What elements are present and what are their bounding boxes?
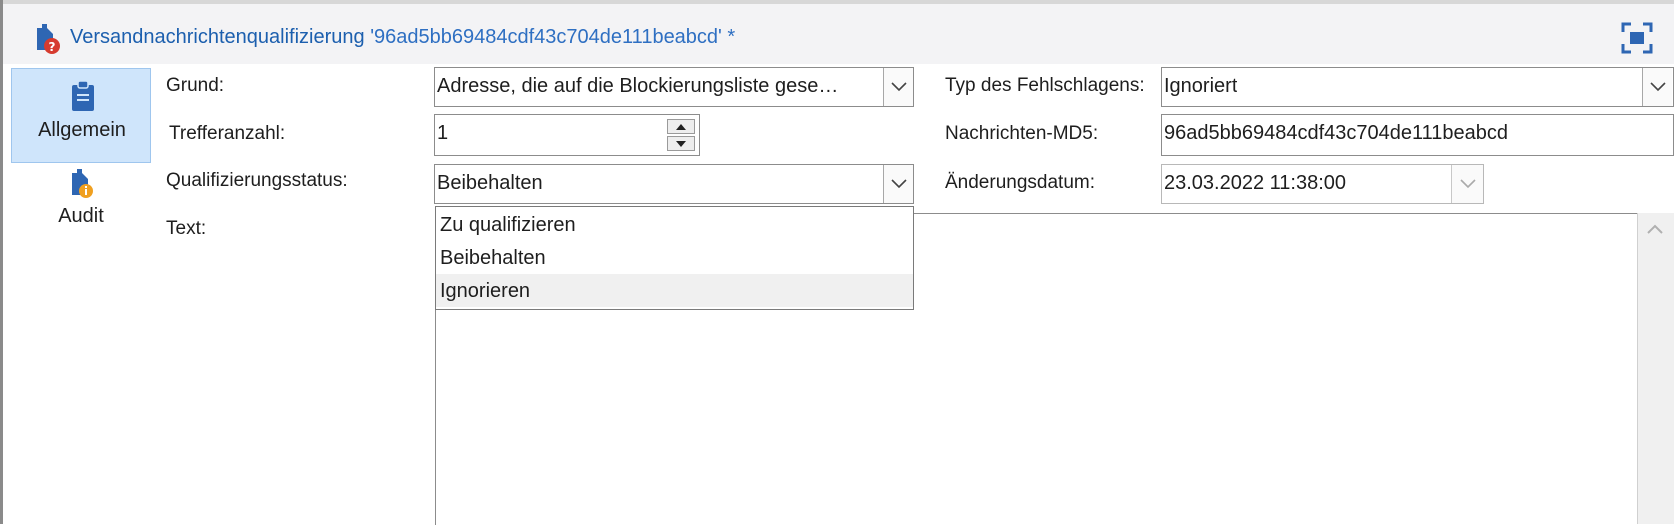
grund-label: Grund: xyxy=(166,75,225,96)
spin-down-button[interactable] xyxy=(667,136,695,151)
dropdown-option-beibehalten[interactable]: Beibehalten xyxy=(436,241,913,274)
trefferanzahl-input[interactable]: 1 xyxy=(434,114,700,156)
scroll-up-icon[interactable] xyxy=(1646,222,1664,236)
typ-label: Typ des Fehlschlagens: xyxy=(945,75,1145,96)
spin-up-button[interactable] xyxy=(667,119,695,134)
md5-value: 96ad5bb69484cdf43c704de111beabcd xyxy=(1164,122,1509,144)
typ-value: Ignoriert xyxy=(1164,75,1238,97)
datum-field[interactable]: 23.03.2022 11:38:00 xyxy=(1161,164,1484,204)
chevron-down-icon xyxy=(1649,82,1666,92)
datum-dropdown-button[interactable] xyxy=(1451,165,1483,203)
tab-allgemein-label: Allgemein xyxy=(38,119,126,141)
window-title-id: '96ad5bb69484cdf43c704de111beabcd' * xyxy=(370,26,736,48)
chevron-down-icon xyxy=(1459,179,1476,189)
window-title-prefix: Versandnachrichtenqualifizierung xyxy=(70,26,371,48)
datum-label: Änderungsdatum: xyxy=(945,172,1095,193)
triangle-up-icon xyxy=(676,123,686,130)
maximize-icon[interactable] xyxy=(1621,22,1653,54)
clipboard-icon xyxy=(72,80,94,111)
typ-dropdown-button[interactable] xyxy=(1642,68,1672,106)
svg-text:?: ? xyxy=(49,40,56,54)
window-left-border xyxy=(0,0,3,524)
title-bar: ? Versandnachrichtenqualifizierung '96ad… xyxy=(3,4,1674,64)
dropdown-option-zu-qualifizieren[interactable]: Zu qualifizieren xyxy=(436,208,913,241)
md5-label: Nachrichten-MD5: xyxy=(945,123,1099,144)
trefferanzahl-label: Trefferanzahl: xyxy=(169,123,286,144)
tab-audit-label: Audit xyxy=(58,205,104,227)
triangle-down-icon xyxy=(676,140,686,147)
trefferanzahl-spinner xyxy=(667,119,695,151)
qualifizierungsstatus-select[interactable]: Beibehalten xyxy=(434,164,914,204)
window-title: Versandnachrichtenqualifizierung '96ad5b… xyxy=(70,26,735,49)
qualifizierungsstatus-dropdown-list: Zu qualifizieren Beibehalten Ignorieren xyxy=(435,206,914,310)
qualifizierungsstatus-label: Qualifizierungsstatus: xyxy=(166,170,348,191)
datum-value: 23.03.2022 11:38:00 xyxy=(1164,172,1347,194)
qualifizierungsstatus-value: Beibehalten xyxy=(437,172,543,194)
chevron-down-icon xyxy=(890,82,907,92)
md5-input[interactable]: 96ad5bb69484cdf43c704de111beabcd xyxy=(1161,114,1674,156)
chevron-down-icon xyxy=(890,179,907,189)
trefferanzahl-value: 1 xyxy=(437,122,449,144)
typ-select[interactable]: Ignoriert xyxy=(1161,67,1674,107)
grund-select[interactable]: Adresse, die auf die Blockierungsliste g… xyxy=(434,67,914,107)
qualifizierungsstatus-dropdown-button[interactable] xyxy=(883,165,913,203)
grund-value: Adresse, die auf die Blockierungsliste g… xyxy=(437,75,839,97)
document-warning-icon: ? xyxy=(37,24,60,54)
tab-allgemein[interactable]: Allgemein xyxy=(11,68,151,163)
text-scrollbar[interactable] xyxy=(1637,213,1674,524)
tab-audit[interactable]: Audit xyxy=(11,163,151,233)
audit-info-icon xyxy=(72,169,93,198)
text-label: Text: xyxy=(166,218,207,239)
grund-dropdown-button[interactable] xyxy=(883,68,913,106)
dropdown-option-ignorieren[interactable]: Ignorieren xyxy=(436,274,913,307)
